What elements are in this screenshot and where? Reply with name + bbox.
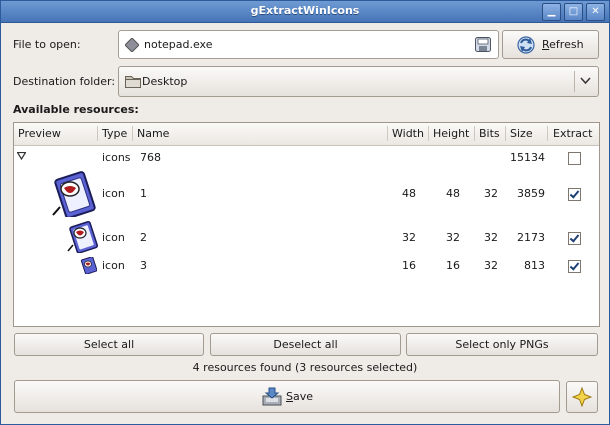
cell-bits: 32 xyxy=(484,231,498,244)
extract-checkbox[interactable] xyxy=(568,232,581,245)
folder-icon xyxy=(125,76,141,88)
cell-width: 48 xyxy=(402,187,416,200)
cell-bits: 32 xyxy=(484,259,498,272)
col-bits[interactable]: Bits xyxy=(479,127,500,140)
col-preview[interactable]: Preview xyxy=(18,127,61,140)
close-icon: ✕ xyxy=(591,6,600,17)
save-mnemonic: S xyxy=(286,390,293,403)
file-input[interactable]: notepad.exe xyxy=(118,30,499,59)
window-title: gExtractWinIcons xyxy=(250,4,360,17)
file-label: File to open: xyxy=(13,38,81,51)
maximize-button[interactable]: □ xyxy=(564,3,583,21)
floppy-icon[interactable] xyxy=(475,37,491,52)
save-label-rest: ave xyxy=(292,390,314,403)
refresh-button[interactable]: Refresh xyxy=(502,30,599,59)
resources-table[interactable]: Preview Type Name Width Height Bits Size… xyxy=(13,122,600,327)
save-icon xyxy=(262,387,282,406)
col-separator xyxy=(474,126,475,141)
refresh-icon xyxy=(517,36,535,54)
star-icon xyxy=(572,387,592,407)
cell-height: 32 xyxy=(446,231,460,244)
cell-name: 768 xyxy=(140,151,161,164)
status-text: 4 resources found (3 resources selected) xyxy=(192,361,418,374)
col-separator xyxy=(97,126,98,141)
col-separator xyxy=(505,126,506,141)
col-extract[interactable]: Extract xyxy=(553,127,592,140)
destination-value: Desktop xyxy=(142,75,188,88)
col-type[interactable]: Type xyxy=(102,127,127,140)
titlebar[interactable]: gExtractWinIcons ▁ □ ✕ xyxy=(1,1,609,23)
refresh-label-rest: efresh xyxy=(549,38,584,51)
refresh-label: Refresh xyxy=(542,38,584,51)
cell-name: 2 xyxy=(140,231,147,244)
cell-width: 32 xyxy=(402,231,416,244)
cell-height: 16 xyxy=(446,259,460,272)
col-separator xyxy=(547,126,548,141)
save-label: Save xyxy=(286,390,313,403)
file-value: notepad.exe xyxy=(144,38,213,51)
extract-checkbox[interactable] xyxy=(568,188,581,201)
cell-name: 3 xyxy=(140,259,147,272)
extract-checkbox[interactable] xyxy=(568,152,581,165)
destination-combo[interactable]: Desktop xyxy=(118,66,599,97)
destination-label: Destination folder: xyxy=(13,75,116,88)
close-button[interactable]: ✕ xyxy=(586,3,605,21)
app-window: gExtractWinIcons ▁ □ ✕ File to open: not… xyxy=(0,0,610,425)
maximize-icon: □ xyxy=(568,6,579,17)
about-button[interactable] xyxy=(566,381,598,413)
notepad-preview-icon xyxy=(67,221,98,253)
cell-bits: 32 xyxy=(484,187,498,200)
file-icon xyxy=(125,38,139,52)
col-separator xyxy=(387,126,388,141)
col-height[interactable]: Height xyxy=(433,127,469,140)
col-separator xyxy=(428,126,429,141)
expander-icon[interactable] xyxy=(17,152,26,160)
combo-divider xyxy=(574,71,575,92)
col-separator xyxy=(132,126,133,141)
resources-heading: Available resources: xyxy=(13,103,139,116)
cell-type: icon xyxy=(102,259,125,272)
extract-checkbox[interactable] xyxy=(568,260,581,273)
save-button[interactable]: Save xyxy=(14,380,560,413)
cell-width: 16 xyxy=(402,259,416,272)
col-name[interactable]: Name xyxy=(137,127,169,140)
cell-size: 15134 xyxy=(510,151,545,164)
select-pngs-button[interactable]: Select only PNGs xyxy=(406,333,598,356)
col-size[interactable]: Size xyxy=(510,127,533,140)
cell-type: icons xyxy=(102,151,131,164)
cell-size: 2173 xyxy=(517,231,545,244)
table-row[interactable]: icons 768 15134 xyxy=(14,147,599,167)
cell-type: icon xyxy=(102,231,125,244)
minimize-button[interactable]: ▁ xyxy=(542,3,561,21)
col-width[interactable]: Width xyxy=(392,127,424,140)
table-header: Preview Type Name Width Height Bits Size… xyxy=(14,123,599,146)
notepad-preview-icon xyxy=(80,257,97,274)
chevron-down-icon xyxy=(580,77,591,85)
cell-size: 813 xyxy=(524,259,545,272)
cell-size: 3859 xyxy=(517,187,545,200)
cell-height: 48 xyxy=(446,187,460,200)
table-row[interactable]: icon 3 16 16 32 813 xyxy=(14,255,599,277)
deselect-all-button[interactable]: Deselect all xyxy=(210,333,401,356)
table-row[interactable]: icon 2 32 32 32 2173 xyxy=(14,220,599,254)
minimize-icon: ▁ xyxy=(547,6,556,17)
notepad-preview-icon xyxy=(52,171,96,217)
table-row[interactable]: icon 1 48 48 32 3859 xyxy=(14,169,599,219)
cell-type: icon xyxy=(102,187,125,200)
cell-name: 1 xyxy=(140,187,147,200)
select-all-button[interactable]: Select all xyxy=(14,333,204,356)
